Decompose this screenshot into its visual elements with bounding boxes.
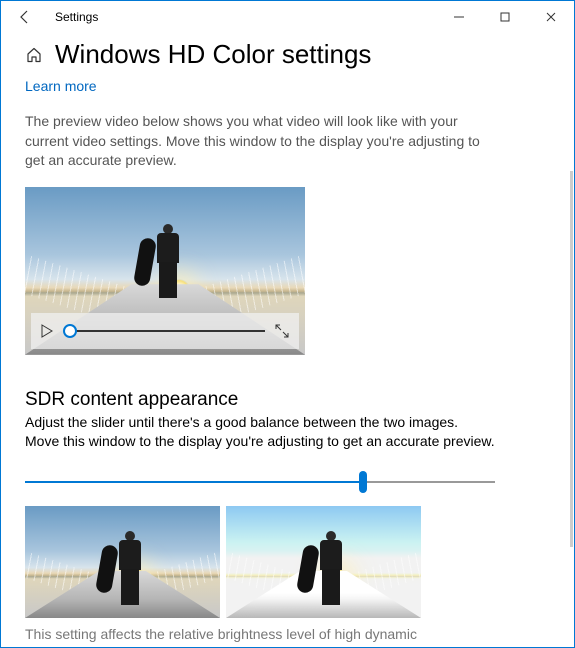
comparison-row bbox=[25, 506, 550, 618]
page-title: Windows HD Color settings bbox=[55, 39, 371, 70]
page-heading-row: Windows HD Color settings bbox=[25, 39, 550, 70]
preview-video[interactable] bbox=[25, 187, 305, 355]
video-seek-track[interactable] bbox=[65, 330, 265, 332]
comparison-image-reference bbox=[25, 506, 220, 618]
fullscreen-button[interactable] bbox=[275, 324, 289, 338]
play-button[interactable] bbox=[41, 324, 55, 338]
content-area: Windows HD Color settings Learn more The… bbox=[1, 33, 574, 647]
slider-thumb[interactable] bbox=[359, 471, 367, 493]
slider-fill bbox=[25, 481, 363, 483]
learn-more-link[interactable]: Learn more bbox=[25, 78, 97, 94]
video-seek-thumb[interactable] bbox=[63, 324, 77, 338]
minimize-button[interactable] bbox=[436, 1, 482, 33]
maximize-button[interactable] bbox=[482, 1, 528, 33]
close-button[interactable] bbox=[528, 1, 574, 33]
window-titlebar: Settings bbox=[1, 1, 574, 33]
back-button[interactable] bbox=[9, 1, 41, 33]
window-controls bbox=[436, 1, 574, 33]
sdr-brightness-slider[interactable] bbox=[25, 472, 495, 492]
home-icon[interactable] bbox=[25, 46, 43, 64]
sdr-description: Adjust the slider until there's a good b… bbox=[25, 413, 495, 452]
video-controls bbox=[31, 313, 299, 349]
comparison-image-adjusted bbox=[226, 506, 421, 618]
preview-description: The preview video below shows you what v… bbox=[25, 112, 485, 171]
app-name: Settings bbox=[55, 10, 98, 24]
scrollbar[interactable] bbox=[570, 171, 573, 547]
sdr-heading: SDR content appearance bbox=[25, 389, 550, 411]
sdr-footer-note: This setting affects the relative bright… bbox=[25, 626, 550, 642]
